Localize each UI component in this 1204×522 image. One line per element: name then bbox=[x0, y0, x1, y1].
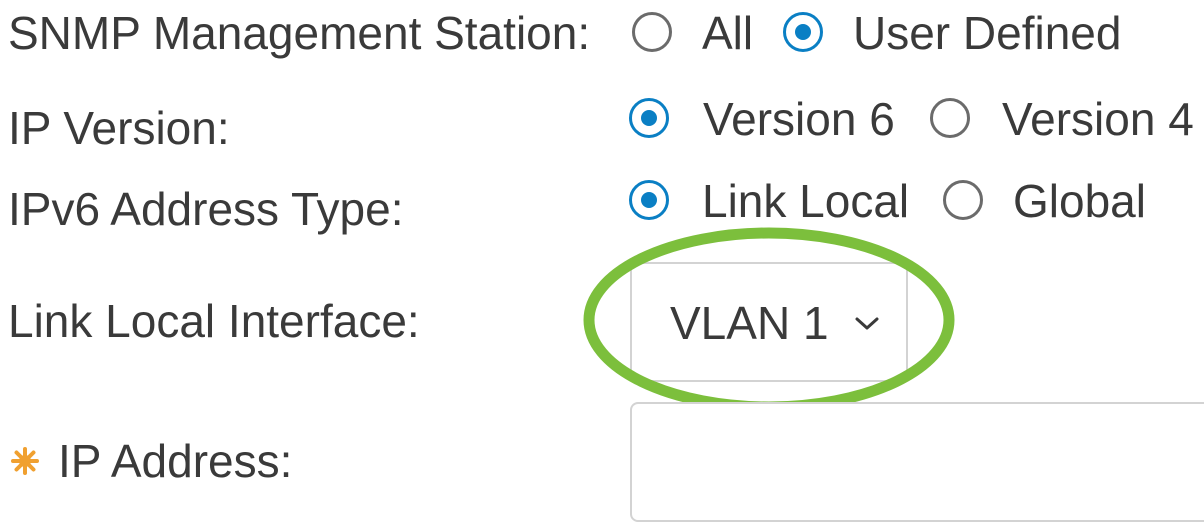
link-local-interface-value: VLAN 1 bbox=[670, 297, 829, 349]
required-asterisk-icon bbox=[10, 446, 40, 481]
link-local-interface-label: Link Local Interface: bbox=[8, 295, 420, 347]
ipv6-global-label: Global bbox=[1013, 175, 1146, 227]
snmp-station-user-defined-radio[interactable] bbox=[783, 12, 823, 52]
snmp-station-all-radio[interactable] bbox=[632, 12, 672, 52]
ip-address-input[interactable] bbox=[630, 402, 1204, 522]
ipv6-link-local-label: Link Local bbox=[702, 175, 910, 227]
ip-version-4-radio[interactable] bbox=[930, 98, 970, 138]
ip-version-6-label: Version 6 bbox=[703, 93, 895, 145]
snmp-station-all-label: All bbox=[702, 7, 754, 59]
link-local-interface-select[interactable]: VLAN 1 bbox=[630, 262, 908, 382]
ip-version-6-radio[interactable] bbox=[629, 98, 669, 138]
ip-address-label: IP Address: bbox=[58, 435, 293, 487]
snmp-management-station-label: SNMP Management Station: bbox=[8, 7, 591, 59]
ipv6-address-type-label: IPv6 Address Type: bbox=[8, 183, 404, 235]
snmp-station-user-defined-label: User Defined bbox=[853, 7, 1122, 59]
ip-version-4-label: Version 4 bbox=[1002, 93, 1194, 145]
ip-version-label: IP Version: bbox=[8, 102, 230, 154]
ipv6-link-local-radio[interactable] bbox=[629, 180, 669, 220]
chevron-down-icon bbox=[854, 316, 880, 337]
ipv6-global-radio[interactable] bbox=[943, 180, 983, 220]
